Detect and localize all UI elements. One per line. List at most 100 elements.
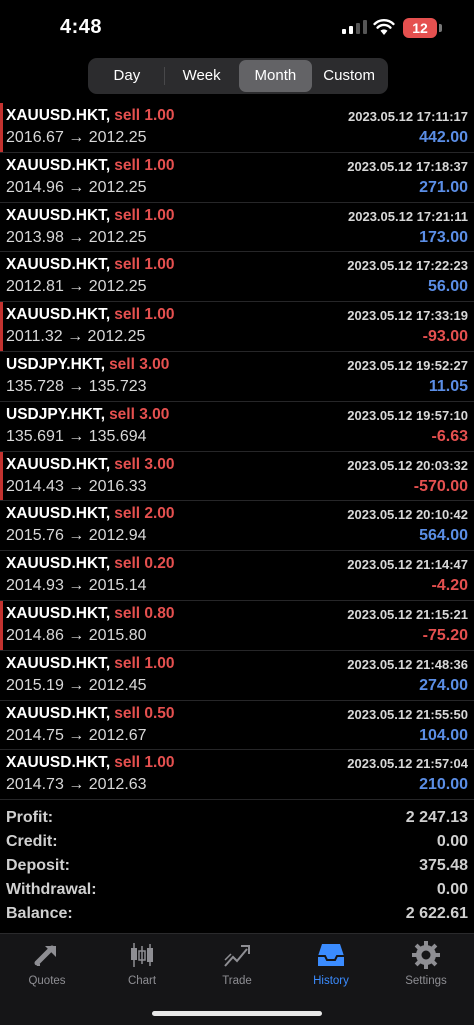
deal-symbol: XAUUSD.HKT, sell 1.00 xyxy=(6,655,175,673)
trade-icon xyxy=(224,945,250,967)
trade-side: sell 2.00 xyxy=(114,505,175,523)
deal-time: 2023.05.12 21:14:47 xyxy=(347,557,468,573)
symbol-name: USDJPY.HKT, xyxy=(6,405,106,423)
tab-label: History xyxy=(313,975,349,987)
deal-time: 2023.05.12 21:57:04 xyxy=(347,756,468,772)
deal-row[interactable]: XAUUSD.HKT, sell 0.80 2014.86 → 2015.80 202… xyxy=(0,600,474,651)
trade-side: sell 0.80 xyxy=(114,604,175,622)
quotes-icon xyxy=(34,945,56,966)
deal-row[interactable]: XAUUSD.HKT, sell 1.00 2011.32 → 2012.25 202… xyxy=(0,302,474,352)
tab-quotes[interactable]: Quotes xyxy=(7,940,87,987)
trade-side: sell 3.00 xyxy=(109,405,170,423)
symbol-name: XAUUSD.HKT, xyxy=(6,455,111,473)
deal-time: 2023.05.12 20:10:42 xyxy=(347,507,468,523)
tab-history[interactable]: History xyxy=(291,940,371,987)
deal-time: 2023.05.12 17:22:23 xyxy=(347,258,468,274)
symbol-name: XAUUSD.HKT, xyxy=(6,306,111,324)
deal-prices: 2012.81 → 2012.25 xyxy=(6,278,147,296)
deal-time: 2023.05.12 21:55:50 xyxy=(347,706,468,722)
period-tab-month[interactable]: Month xyxy=(238,60,313,92)
loss-flag xyxy=(0,302,3,351)
trade-side: sell 1.00 xyxy=(114,306,175,324)
deal-time: 2023.05.12 19:52:27 xyxy=(347,357,468,373)
summary-profit-row: Profit: 2 247.13 xyxy=(0,806,474,830)
trade-side: sell 1.00 xyxy=(114,654,175,672)
deal-symbol: XAUUSD.HKT, sell 1.00 xyxy=(6,306,175,324)
deal-row[interactable]: XAUUSD.HKT, sell 1.00 2012.81 → 2012.25 202… xyxy=(0,252,474,303)
deal-time: 2023.05.12 21:15:21 xyxy=(347,606,468,622)
deal-symbol: USDJPY.HKT, sell 3.00 xyxy=(6,356,169,374)
deal-row[interactable]: USDJPY.HKT, sell 3.00 135.728 → 135.723 202… xyxy=(0,352,474,402)
deal-row[interactable]: XAUUSD.HKT, sell 2.00 2015.76 → 2012.94 202… xyxy=(0,501,474,552)
bottom-tab-bar: Quotes Chart Trade History Settings xyxy=(0,933,474,1025)
symbol-name: XAUUSD.HKT, xyxy=(6,206,111,224)
deal-row[interactable]: XAUUSD.HKT, sell 1.00 2013.98 → 2012.25 202… xyxy=(0,203,474,253)
deal-profit: -93.00 xyxy=(422,328,468,346)
deal-time: 2023.05.12 17:21:11 xyxy=(348,208,468,224)
summary-value: 2 247.13 xyxy=(405,809,468,826)
deal-prices: 2014.73 → 2012.63 xyxy=(6,776,147,794)
tab-trade[interactable]: Trade xyxy=(197,940,277,987)
symbol-name: USDJPY.HKT, xyxy=(6,355,106,373)
summary-value: 375.48 xyxy=(419,857,468,874)
symbol-name: XAUUSD.HKT, xyxy=(6,754,111,772)
tab-label: Quotes xyxy=(28,975,66,987)
deal-symbol: XAUUSD.HKT, sell 1.00 xyxy=(6,256,175,274)
deal-time: 2023.05.12 19:57:10 xyxy=(347,407,468,423)
symbol-name: XAUUSD.HKT, xyxy=(6,156,111,174)
deal-profit: -570.00 xyxy=(413,477,468,495)
summary-deposit-row: Deposit: 375.48 xyxy=(0,854,474,878)
wifi-icon xyxy=(373,19,395,35)
deal-symbol: XAUUSD.HKT, sell 0.80 xyxy=(6,605,175,623)
period-tab-day[interactable]: Day xyxy=(90,60,164,92)
deal-row[interactable]: XAUUSD.HKT, sell 1.00 2015.19 → 2012.45 202… xyxy=(0,651,474,701)
deal-profit: -6.63 xyxy=(431,427,468,445)
deal-row[interactable]: XAUUSD.HKT, sell 1.00 2014.73 → 2012.63 202… xyxy=(0,750,474,801)
trade-side: sell 1.00 xyxy=(114,206,175,224)
trade-side: sell 0.50 xyxy=(114,704,175,722)
summary-value: 2 622.61 xyxy=(405,905,468,922)
deal-symbol: USDJPY.HKT, sell 3.00 xyxy=(6,406,169,424)
home-indicator[interactable] xyxy=(152,1011,322,1016)
symbol-name: XAUUSD.HKT, xyxy=(6,704,111,722)
deal-profit: 11.05 xyxy=(428,377,468,395)
battery-icon: 12 xyxy=(403,18,437,38)
deal-symbol: XAUUSD.HKT, sell 1.00 xyxy=(6,207,175,225)
deal-prices: 2013.98 → 2012.25 xyxy=(6,228,147,246)
symbol-name: XAUUSD.HKT, xyxy=(6,256,111,274)
deal-prices: 2014.75 → 2012.67 xyxy=(6,726,147,744)
deal-profit: 173.00 xyxy=(419,228,468,246)
battery-cap xyxy=(439,24,442,32)
status-bar: 4:48 12 xyxy=(0,0,474,56)
deal-prices: 2011.32 → 2012.25 xyxy=(6,328,146,346)
trade-side: sell 3.00 xyxy=(109,355,170,373)
deal-row[interactable]: XAUUSD.HKT, sell 3.00 2014.43 → 2016.33 202… xyxy=(0,451,474,502)
deal-row[interactable]: XAUUSD.HKT, sell 0.50 2014.75 → 2012.67 202… xyxy=(0,701,474,751)
summary-label: Deposit: xyxy=(6,857,70,874)
deal-time: 2023.05.12 17:11:17 xyxy=(348,109,468,124)
tab-label: Settings xyxy=(405,975,447,987)
deal-row[interactable]: XAUUSD.HKT, sell 0.20 2014.93 → 2015.14 202… xyxy=(0,551,474,601)
deal-symbol: XAUUSD.HKT, sell 2.00 xyxy=(6,505,175,523)
trade-side: sell 1.00 xyxy=(114,107,175,124)
deal-row[interactable]: XAUUSD.HKT, sell 1.00 2016.67 → 2012.25 202… xyxy=(0,103,474,153)
deal-row[interactable]: USDJPY.HKT, sell 3.00 135.691 → 135.694 202… xyxy=(0,402,474,452)
deal-prices: 2015.19 → 2012.45 xyxy=(6,676,147,694)
deal-row[interactable]: XAUUSD.HKT, sell 1.00 2014.96 → 2012.25 202… xyxy=(0,153,474,203)
tab-label: Chart xyxy=(127,975,157,987)
deal-profit: -4.20 xyxy=(431,577,468,595)
tab-chart[interactable]: Chart xyxy=(102,940,182,987)
period-selector: Day Week Month Custom xyxy=(88,58,388,94)
summary-balance-row: Balance: 2 622.61 xyxy=(0,902,474,926)
deal-prices: 2015.76 → 2012.94 xyxy=(6,527,147,545)
loss-flag xyxy=(0,451,3,501)
trade-side: sell 1.00 xyxy=(114,754,175,772)
deal-list: XAUUSD.HKT, sell 1.00 2016.67 → 2012.25 202… xyxy=(0,103,474,801)
period-tab-week[interactable]: Week xyxy=(165,60,239,92)
cellular-signal-icon xyxy=(342,20,367,34)
deal-profit: 442.00 xyxy=(419,129,468,146)
deal-prices: 2014.93 → 2015.14 xyxy=(6,577,147,595)
period-tab-custom[interactable]: Custom xyxy=(312,60,386,92)
loss-flag xyxy=(0,600,3,650)
tab-settings[interactable]: Settings xyxy=(386,940,466,987)
